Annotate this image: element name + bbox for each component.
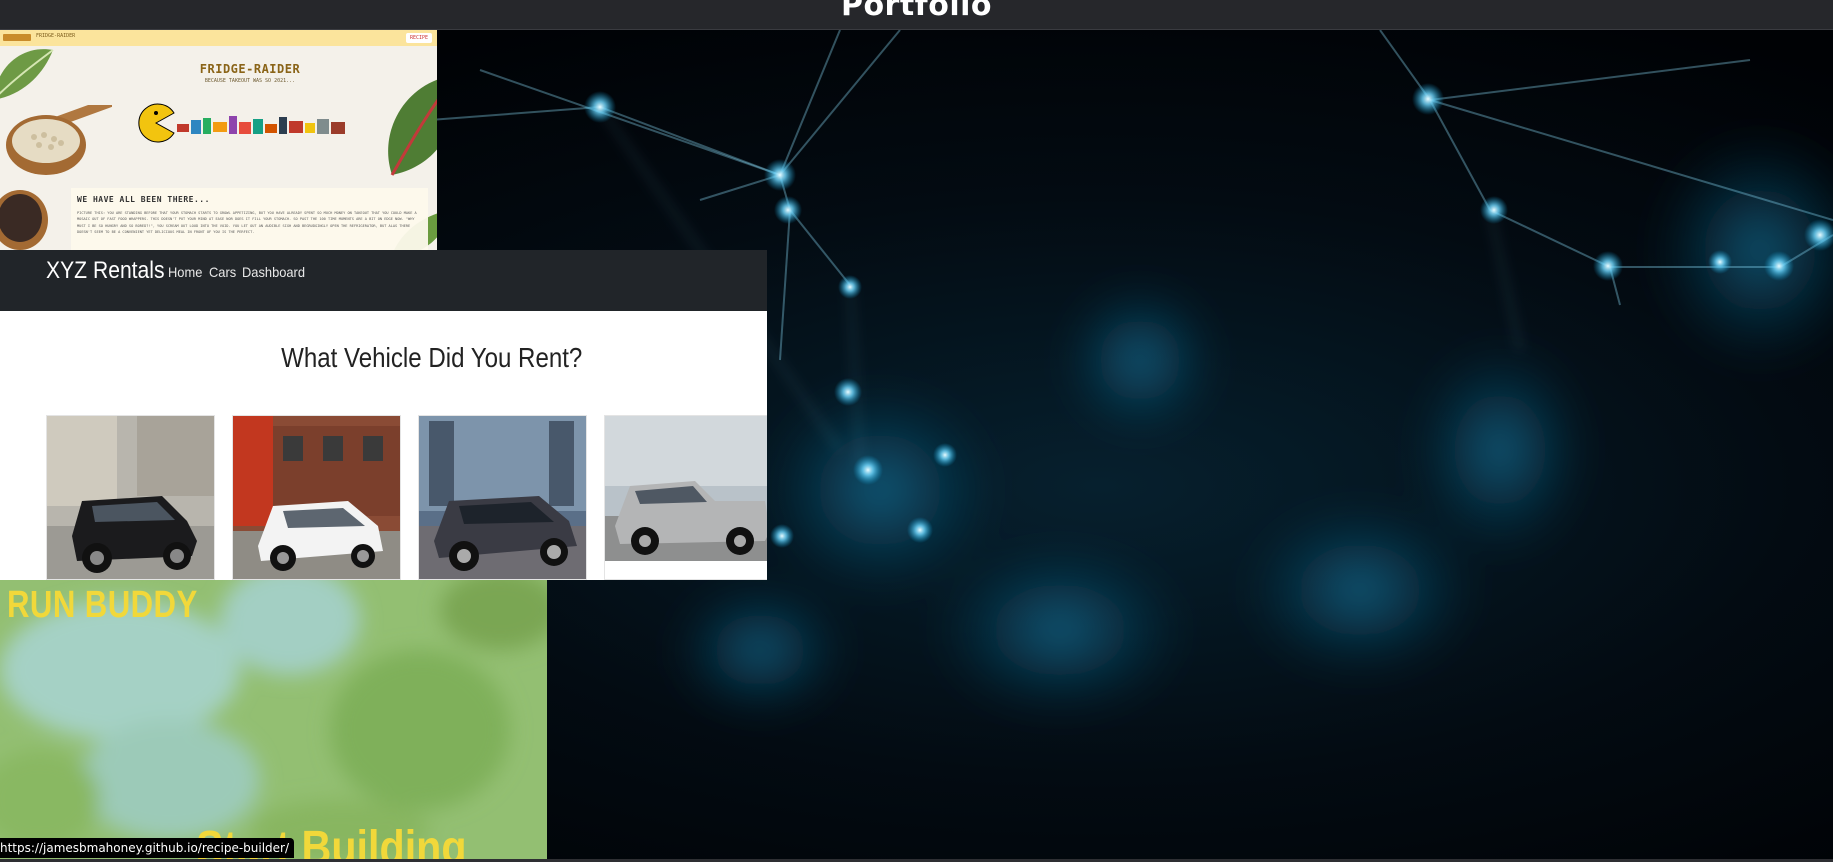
car-image-grey-crossover	[419, 416, 586, 579]
fridge-raider-title: FRIDGE-RAIDER	[199, 62, 301, 76]
fridge-raider-panel-text: PICTURE THIS: YOU ARE STANDING BEFORE TH…	[77, 211, 417, 234]
project-card-run-buddy[interactable]: RUN BUDDY Start Building	[0, 580, 547, 859]
xyz-nav-dashboard[interactable]: Dashboard	[242, 264, 305, 280]
xyz-rentals-navbar: XYZ Rentals Home Cars Dashboard	[0, 250, 767, 311]
car-image-black-suv	[47, 416, 214, 579]
fridge-raider-nav-button[interactable]: RECIPE	[406, 33, 432, 43]
fridge-raider-subtitle: BECAUSE TAKEOUT WAS SO 2021...	[204, 78, 296, 84]
car-image-white-hatchback	[233, 416, 400, 579]
bowl-of-rice-image	[0, 190, 48, 250]
car-image-silver-pickup	[605, 416, 767, 579]
xyz-rentals-brand[interactable]: XYZ Rentals	[46, 257, 165, 285]
car-card-crossover[interactable]	[418, 415, 587, 580]
fridge-raider-logo	[3, 34, 31, 41]
page-title: Portfolio	[840, 0, 993, 23]
car-card-suv[interactable]	[46, 415, 215, 580]
chard-leaf-image	[388, 79, 437, 176]
xyz-rentals-heading: What Vehicle Did You Rent?	[281, 342, 583, 373]
xyz-nav-cars[interactable]: Cars	[209, 264, 236, 280]
car-card-hatchback[interactable]	[232, 415, 401, 580]
run-buddy-title: RUN BUDDY	[7, 584, 198, 626]
car-card-pickup[interactable]	[604, 415, 767, 580]
status-bar-url: https://jamesbmahoney.github.io/recipe-b…	[0, 838, 295, 858]
project-card-fridge-raider[interactable]: FRIDGE-RAIDER RECIPE FRIDGE-RAIDER BECAU…	[0, 30, 437, 251]
project-card-xyz-rentals[interactable]: XYZ Rentals Home Cars Dashboard What Veh…	[0, 250, 767, 580]
fridge-raider-intro-panel: WE HAVE ALL BEEN THERE... PICTURE THIS: …	[71, 188, 428, 251]
portfolio-page: Portfolio FRIDGE-RAIDER RECIPE FRIDGE-RA…	[0, 0, 1833, 862]
pacman-icon	[138, 103, 175, 143]
kale-leaf-image	[0, 49, 54, 99]
fridge-raider-navbar: FRIDGE-RAIDER RECIPE	[0, 30, 437, 46]
pixel-food-row-image	[177, 116, 345, 134]
xyz-nav-home[interactable]: Home	[168, 264, 202, 280]
fridge-raider-nav-text: FRIDGE-RAIDER	[36, 33, 76, 39]
fridge-raider-panel-heading: WE HAVE ALL BEEN THERE...	[77, 195, 210, 204]
site-header: Portfolio	[0, 0, 1833, 30]
spoon-of-beans-image	[6, 105, 112, 175]
